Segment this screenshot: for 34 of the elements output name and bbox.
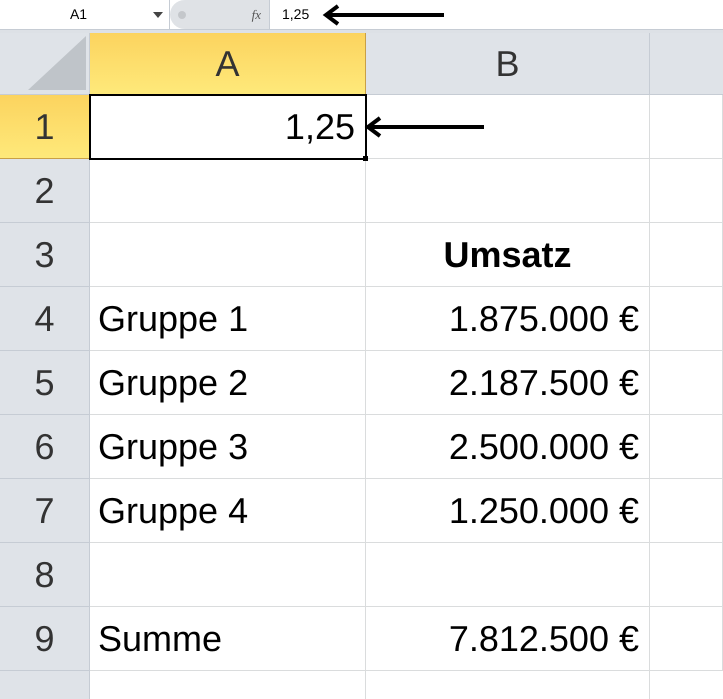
name-box[interactable]: A1 [0,0,170,29]
column-header[interactable] [650,33,723,95]
table-cell: Umsatz [366,223,650,287]
arrow-icon [364,116,486,138]
active-cell[interactable]: 1,25 [90,95,366,159]
table-cell: 1.250.000 € [366,479,650,543]
select-all-icon[interactable] [28,36,86,90]
row-header[interactable]: 6 [0,415,90,479]
table-cell: 7.812.500 € [366,607,650,671]
table-cell: Gruppe 2 [90,351,366,415]
function-button[interactable]: fx [252,4,261,24]
column-header[interactable]: A [90,33,366,95]
grip-icon [178,10,186,18]
table-cell: Gruppe 1 [90,287,366,351]
row-header[interactable]: 4 [0,287,90,351]
formula-field[interactable]: 1,25 [270,0,723,29]
table-cell: Summe [90,607,366,671]
arrow-icon [322,4,446,26]
table-cell: 2.187.500 € [366,351,650,415]
row-header[interactable]: 9 [0,607,90,671]
cell-reference: A1 [68,5,88,24]
column-header[interactable]: B [366,33,650,95]
row-header[interactable]: 8 [0,543,90,607]
table-cell: 2.500.000 € [366,415,650,479]
row-header[interactable]: 7 [0,479,90,543]
table-cell: 1.875.000 € [366,287,650,351]
table-cell: Gruppe 4 [90,479,366,543]
dropdown-caret-icon [153,12,163,18]
formula-text: 1,25 [282,5,310,24]
row-header[interactable]: 3 [0,223,90,287]
row-header[interactable]: 1 [0,95,90,159]
row-header[interactable]: 2 [0,159,90,223]
table-cell: Gruppe 3 [90,415,366,479]
row-header[interactable]: 5 [0,351,90,415]
